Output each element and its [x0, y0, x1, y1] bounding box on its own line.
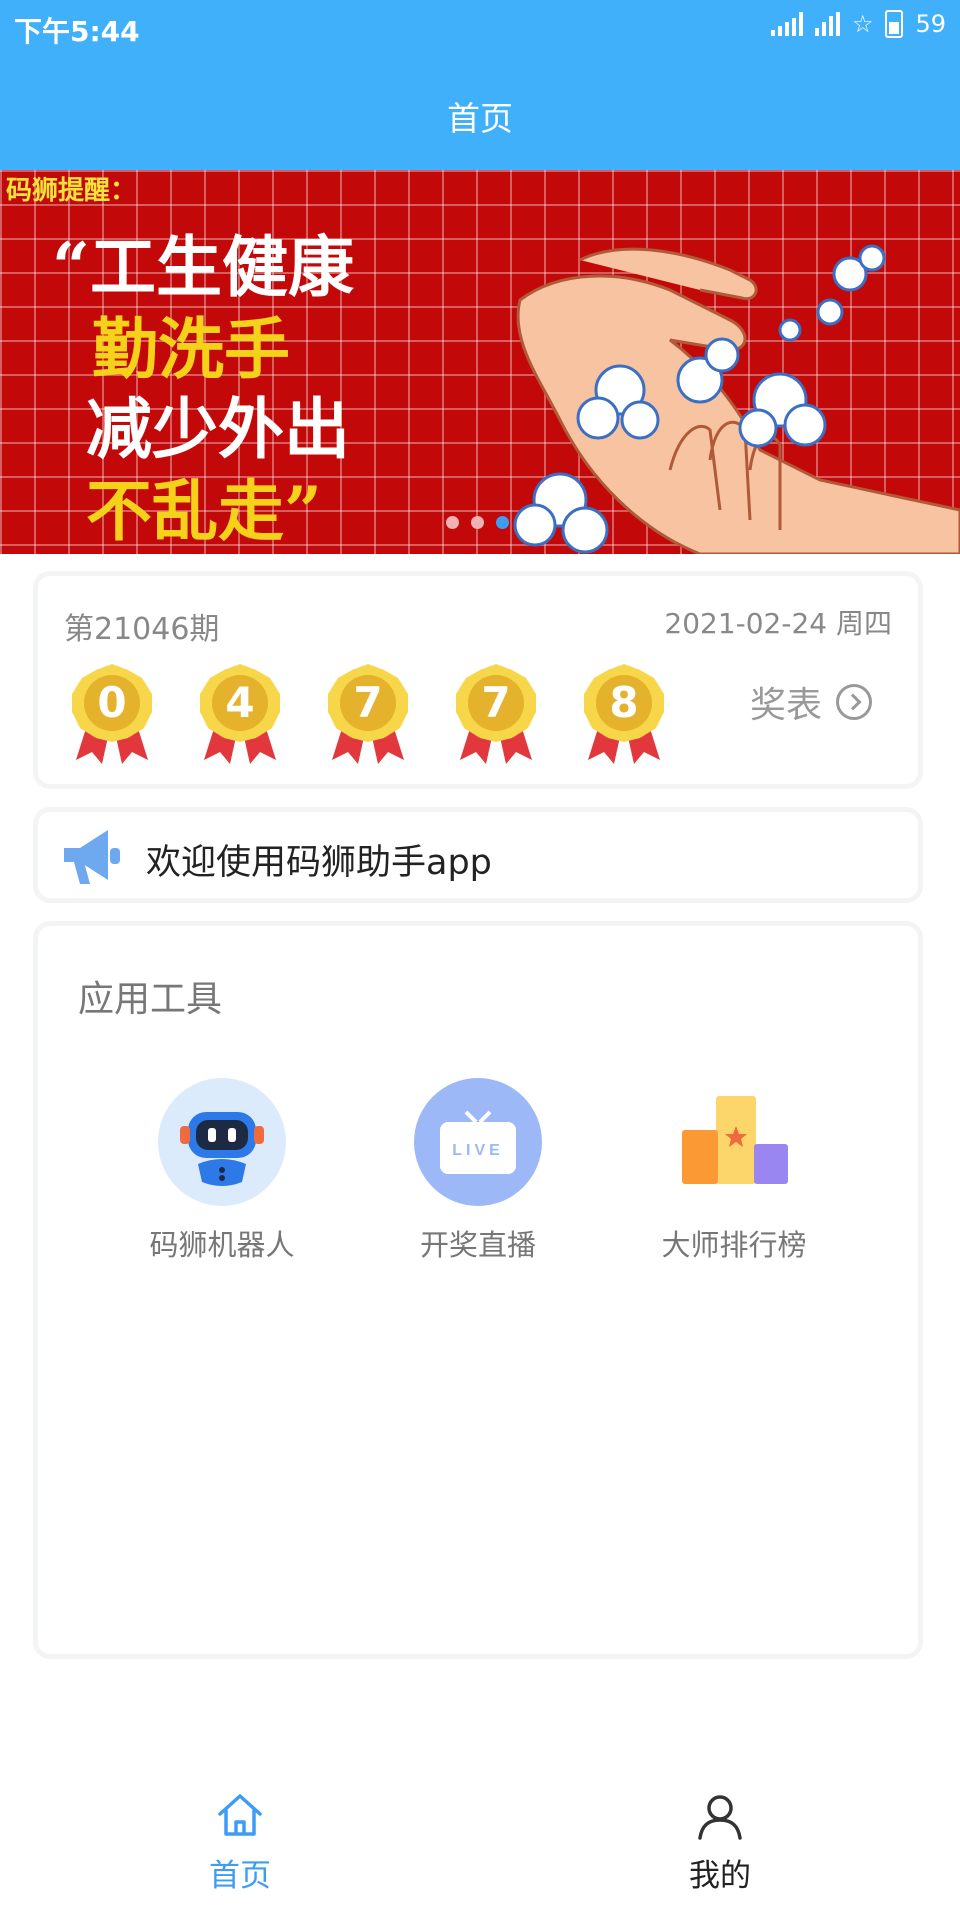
number-value: 7 [481, 678, 511, 727]
status-time: 下午5:44 [14, 15, 140, 48]
battery-level: 59 [915, 10, 946, 38]
nav-label: 我的 [689, 1858, 751, 1894]
carousel-dot-active[interactable] [496, 516, 509, 529]
banner-line-4: 不乱走” [86, 472, 322, 550]
chevron-right-circle-icon [836, 684, 872, 720]
prize-table-label: 奖表 [749, 685, 822, 726]
banner-carousel[interactable]: 码狮提醒： “工生健康 勤洗手 减少外出 不乱走” [0, 170, 960, 554]
winning-numbers: 0 4 7 7 8 [70, 664, 666, 764]
number-value: 0 [97, 678, 127, 727]
bottom-navigation: 首页 我的 [0, 1790, 960, 1920]
number-value: 4 [225, 678, 255, 727]
number-value: 8 [609, 678, 639, 727]
tool-robot[interactable]: 码狮机器人 [122, 1078, 322, 1264]
carousel-dot[interactable] [471, 516, 484, 529]
tools-title: 应用工具 [78, 979, 223, 1020]
notice-bar[interactable]: 欢迎使用码狮助手app [38, 812, 918, 898]
megaphone-icon [64, 830, 120, 884]
user-icon [698, 1795, 742, 1840]
issue-date: 2021-02-24 周四 [664, 607, 892, 640]
tools-panel: 应用工具 码狮机器人 LIVE 开奖直播 大师排行榜 [38, 926, 918, 1654]
number-medal: 4 [198, 664, 282, 764]
banner-caption-top: 码狮提醒： [6, 176, 137, 206]
tool-label: 开奖直播 [419, 1228, 536, 1262]
number-medal: 7 [326, 664, 410, 764]
star-icon: ☆ [851, 10, 874, 38]
tool-label: 大师排行榜 [661, 1228, 807, 1262]
nav-mine[interactable]: 我的 [620, 1790, 820, 1895]
battery-icon [885, 10, 904, 38]
nav-home[interactable]: 首页 [140, 1790, 340, 1895]
signal-icon [770, 12, 803, 36]
carousel-dots [446, 516, 509, 529]
notice-text: 欢迎使用码狮助手app [146, 843, 492, 883]
tool-ranking[interactable]: 大师排行榜 [634, 1078, 834, 1264]
number-medal: 8 [582, 664, 666, 764]
home-icon [218, 1794, 262, 1836]
number-value: 7 [353, 678, 383, 727]
number-medal: 7 [454, 664, 538, 764]
app-header: 下午5:44 ☆ 59 首页 [0, 0, 960, 170]
robot-icon [158, 1078, 286, 1206]
podium-icon [670, 1078, 798, 1206]
tool-live[interactable]: LIVE 开奖直播 [378, 1078, 578, 1264]
live-tv-icon: LIVE [414, 1078, 542, 1206]
nav-label: 首页 [209, 1858, 271, 1894]
carousel-dot[interactable] [446, 516, 459, 529]
lottery-result-card: 第21046期 2021-02-24 周四 0 4 7 7 8 奖表 [38, 576, 918, 784]
status-icons: ☆ 59 [770, 10, 946, 38]
page-title: 首页 [447, 99, 513, 138]
prize-table-link[interactable]: 奖表 [750, 676, 872, 728]
tool-label: 码狮机器人 [149, 1228, 295, 1262]
issue-number: 第21046期 [64, 612, 220, 647]
number-medal: 0 [70, 664, 154, 764]
hand-washing-illustration [513, 244, 960, 554]
svg-text:LIVE: LIVE [452, 1142, 504, 1159]
signal-icon-2 [814, 12, 840, 36]
